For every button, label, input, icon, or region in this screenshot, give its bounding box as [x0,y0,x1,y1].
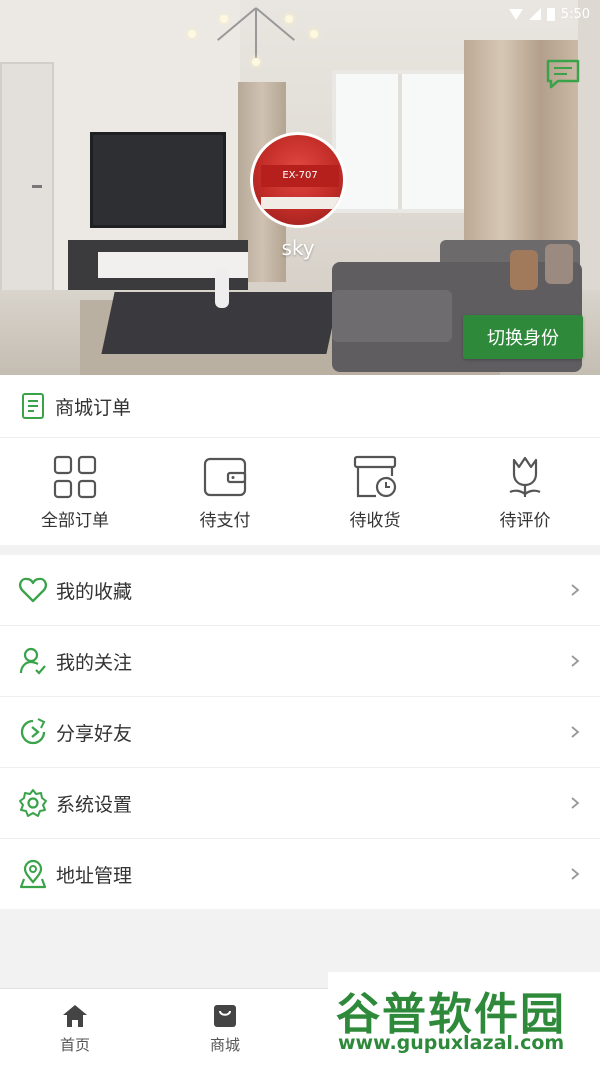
menu-item-label: 分享好友 [56,722,133,745]
location-icon [19,859,47,889]
switch-identity-button[interactable]: 切换身份 [463,315,583,359]
battery-icon [546,7,555,21]
hero-tv [90,132,226,228]
menu-item-following[interactable]: 我的关注 [0,626,600,697]
menu-item-favorites[interactable]: 我的收藏 [0,555,600,626]
hero-door-knob [32,185,42,188]
menu-item-share[interactable]: 分享好友 [0,697,600,768]
menu-item-label: 地址管理 [56,864,133,887]
chevron-right-icon [571,868,580,880]
tab-label: 首页 [59,1036,90,1054]
order-tab-label: 待收货 [349,510,401,531]
menu-item-settings[interactable]: 系统设置 [0,768,600,839]
shop-bag-icon [214,1005,236,1027]
tab-label: 商城 [209,1036,240,1054]
watermark-url: www.gupuxlazal.com [338,1032,565,1054]
message-icon[interactable] [545,58,581,90]
hero-window [332,70,475,213]
tab-shop[interactable]: 商城 [150,989,300,1068]
hero-vase [215,268,229,308]
gear-icon [19,789,47,817]
profile-header: 5:50 EX-707 sky 切换身份 [0,0,600,375]
chevron-right-icon [571,584,580,596]
hero-chandelier [170,0,340,70]
hero-door [0,62,54,316]
menu-item-label: 我的收藏 [56,580,133,603]
user-follow-icon [19,647,46,675]
heart-icon [19,577,47,603]
avatar[interactable]: EX-707 [250,132,346,228]
order-tab-pending-payment[interactable]: 待支付 [150,438,300,546]
order-tab-pending-review[interactable]: 待评价 [450,438,600,546]
order-tab-pending-receipt[interactable]: 待收货 [300,438,450,546]
package-clock-icon [353,455,397,497]
tulip-icon [509,456,541,497]
tab-home[interactable]: 首页 [0,989,150,1068]
status-time: 5:50 [560,6,590,22]
mall-orders-header[interactable]: 商城订单 [0,375,600,438]
wallet-icon [203,457,247,496]
home-icon [63,1005,87,1027]
order-tabs: 全部订单 待支付 待收货 待评价 [0,438,600,546]
grid-icon [53,455,97,498]
signal-icon [528,8,541,20]
menu-item-label: 系统设置 [56,793,133,816]
avatar-band [261,197,339,209]
share-icon [20,718,46,745]
menu-item-address[interactable]: 地址管理 [0,839,600,909]
menu-item-label: 我的关注 [56,651,133,674]
hero-pillow [510,250,538,290]
username: sky [281,236,315,260]
chevron-right-icon [571,655,580,667]
order-tab-all[interactable]: 全部订单 [0,438,150,546]
menu-list: 我的收藏 我的关注 分享好友 系统设置 地址管理 [0,555,600,909]
chevron-right-icon [571,797,580,809]
watermark: 谷普软件园 www.gupuxlazal.com [328,972,600,1067]
hero-sofa-arm [332,290,452,342]
chevron-right-icon [571,726,580,738]
wifi-icon [508,8,523,20]
status-bar: 5:50 [508,4,590,24]
avatar-label: EX-707 [261,165,339,187]
order-tab-label: 全部订单 [41,510,109,531]
hero-pillow [545,244,573,284]
order-list-icon [22,393,44,419]
order-tab-label: 待评价 [499,510,551,531]
order-tab-label: 待支付 [199,510,251,531]
mall-orders-section: 商城订单 全部订单 待支付 待收货 待评价 [0,375,600,545]
mall-orders-title: 商城订单 [55,396,132,419]
